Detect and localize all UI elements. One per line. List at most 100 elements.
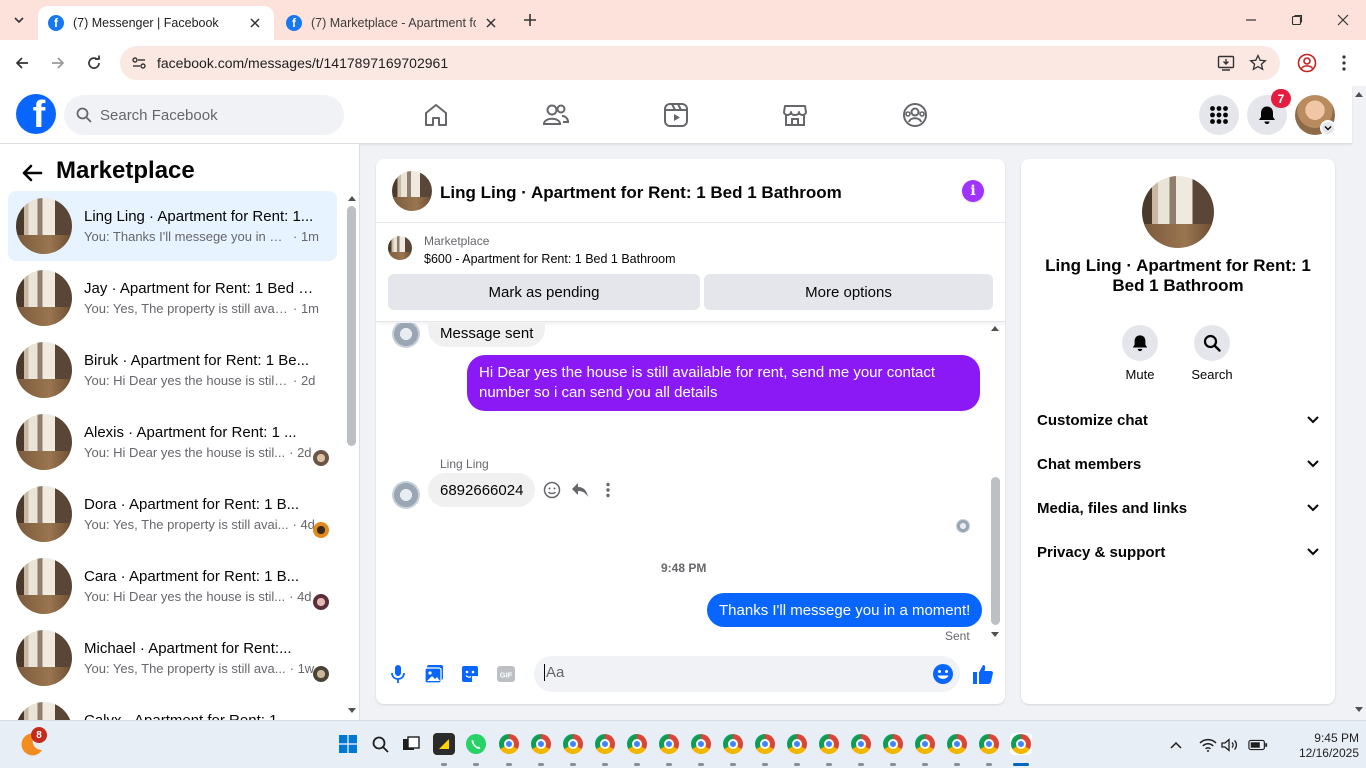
chrome-icon-active[interactable]	[1010, 733, 1032, 755]
chrome-icon[interactable]	[882, 733, 904, 755]
battery-icon[interactable]	[1248, 735, 1268, 755]
page-scroll-up-arrow-icon[interactable]	[1354, 90, 1364, 100]
chrome-icon[interactable]	[850, 733, 872, 755]
message-input[interactable]	[544, 664, 914, 681]
mute-button[interactable]: Mute	[1110, 325, 1170, 382]
chrome-profile-icon[interactable]	[1295, 51, 1319, 75]
conversation-item[interactable]: Dora · Apartment for Rent: 1 B... You: Y…	[8, 479, 337, 549]
chrome-icon[interactable]	[626, 733, 648, 755]
chevron-down-icon[interactable]	[1320, 120, 1336, 136]
tab-search-chevron-icon[interactable]	[8, 9, 30, 31]
running-indicator	[794, 763, 800, 766]
chrome-icon[interactable]	[722, 733, 744, 755]
chrome-icon[interactable]	[530, 733, 552, 755]
forward-arrow-icon[interactable]	[46, 51, 70, 75]
restore-icon[interactable]	[1285, 8, 1309, 32]
chrome-icon[interactable]	[978, 733, 1000, 755]
conversation-list-scrollbar[interactable]	[347, 206, 356, 446]
customize-chat-section[interactable]: Customize chat	[1029, 398, 1327, 442]
gif-icon[interactable]: GIF	[494, 662, 518, 686]
sticker-icon[interactable]	[458, 662, 482, 686]
privacy-support-section[interactable]: Privacy & support	[1029, 530, 1327, 574]
video-icon[interactable]	[661, 100, 691, 130]
conversation-item[interactable]: Ling Ling · Apartment for Rent: 1... You…	[8, 191, 337, 261]
chrome-icon[interactable]	[562, 733, 584, 755]
minimize-icon[interactable]	[1239, 8, 1263, 32]
chat-avatar[interactable]	[392, 171, 432, 211]
new-tab-plus-icon[interactable]	[519, 9, 541, 31]
tab-close-icon[interactable]	[482, 14, 500, 32]
tab-close-icon[interactable]	[246, 14, 264, 32]
facebook-search-box[interactable]	[64, 95, 344, 135]
chrome-icon[interactable]	[690, 733, 712, 755]
chrome-icon[interactable]	[498, 733, 520, 755]
reply-icon[interactable]	[570, 480, 590, 500]
chrome-icon[interactable]	[946, 733, 968, 755]
incoming-message: Message sent	[428, 323, 546, 347]
conversation-item[interactable]: Cara · Apartment for Rent: 1 B... You: H…	[8, 551, 337, 621]
conversation-item[interactable]: Calyx · Apartment for Rent: 1	[8, 695, 337, 720]
back-arrow-icon[interactable]	[20, 161, 44, 185]
chrome-icon[interactable]	[914, 733, 936, 755]
back-arrow-icon[interactable]	[10, 51, 34, 75]
scroll-up-arrow-icon[interactable]	[347, 194, 357, 204]
more-options-button[interactable]: More options	[704, 274, 993, 310]
listing-avatar	[16, 414, 72, 470]
scroll-up-arrow-icon[interactable]	[990, 324, 1000, 334]
task-view-icon[interactable]	[400, 733, 422, 755]
browser-tab-messenger[interactable]: f (7) Messenger | Facebook	[38, 6, 274, 40]
whatsapp-icon[interactable]	[465, 733, 487, 755]
install-app-icon[interactable]	[1214, 51, 1238, 75]
system-clock[interactable]: 9:45 PM 12/16/2025	[1289, 731, 1359, 761]
emoji-picker-icon[interactable]	[932, 663, 954, 685]
chrome-menu-icon[interactable]	[1332, 51, 1356, 75]
marketplace-icon[interactable]	[780, 100, 810, 130]
facebook-logo[interactable]: f	[16, 94, 56, 134]
chrome-icon[interactable]	[658, 733, 680, 755]
more-dots-icon[interactable]	[598, 480, 618, 500]
microphone-icon[interactable]	[386, 662, 410, 686]
home-icon[interactable]	[421, 100, 451, 130]
browser-tab-marketplace[interactable]: f (7) Marketplace - Apartment fo	[276, 6, 510, 40]
reload-icon[interactable]	[82, 51, 106, 75]
media-files-links-section[interactable]: Media, files and links	[1029, 486, 1327, 530]
mark-as-pending-button[interactable]: Mark as pending	[388, 274, 700, 310]
conversation-item[interactable]: Biruk · Apartment for Rent: 1 Be... You:…	[8, 335, 337, 405]
chrome-icon[interactable]	[786, 733, 808, 755]
scroll-down-arrow-icon[interactable]	[347, 707, 357, 717]
show-hidden-icons-chevron-icon[interactable]	[1166, 735, 1186, 755]
sticky-app-icon[interactable]	[433, 733, 455, 755]
chat-title[interactable]: Ling Ling · Apartment for Rent: 1 Bed 1 …	[440, 183, 842, 203]
bookmark-star-icon[interactable]	[1246, 51, 1270, 75]
groups-icon[interactable]	[900, 100, 930, 130]
chrome-icon[interactable]	[818, 733, 840, 755]
wifi-icon[interactable]	[1198, 735, 1218, 755]
message-input-box[interactable]	[534, 656, 960, 692]
facebook-search-input[interactable]	[100, 106, 320, 124]
site-settings-icon[interactable]	[130, 54, 148, 72]
contact-avatar[interactable]	[1142, 176, 1214, 248]
chrome-icon[interactable]	[754, 733, 776, 755]
react-emoji-icon[interactable]	[542, 480, 562, 500]
chrome-icon[interactable]	[594, 733, 616, 755]
listing-thumbnail[interactable]	[388, 236, 412, 260]
conversation-item[interactable]: Michael · Apartment for Rent:... You: Ye…	[8, 623, 337, 693]
listing-title[interactable]: $600 - Apartment for Rent: 1 Bed 1 Bathr…	[424, 252, 676, 266]
photo-gallery-icon[interactable]	[422, 662, 446, 686]
menu-grid-icon[interactable]	[1199, 95, 1239, 135]
chat-members-section[interactable]: Chat members	[1029, 442, 1327, 486]
scroll-down-arrow-icon[interactable]	[990, 631, 1000, 641]
conversation-item[interactable]: Jay · Apartment for Rent: 1 Bed 1... You…	[8, 263, 337, 333]
conversation-item[interactable]: Alexis · Apartment for Rent: 1 ... You: …	[8, 407, 337, 477]
search-in-conversation-button[interactable]: Search	[1182, 325, 1242, 382]
taskbar-search-icon[interactable]	[369, 733, 391, 755]
friends-icon[interactable]	[541, 100, 571, 130]
message-thread-scrollbar[interactable]	[991, 477, 1000, 625]
close-window-icon[interactable]	[1331, 8, 1355, 32]
page-scroll-down-arrow-icon[interactable]	[1354, 706, 1364, 716]
info-icon[interactable]: i	[962, 180, 984, 202]
address-bar[interactable]: facebook.com/messages/t/1417897169702961	[120, 46, 1280, 80]
volume-icon[interactable]	[1220, 735, 1240, 755]
windows-start-icon[interactable]	[337, 733, 359, 755]
thumbs-up-icon[interactable]	[971, 662, 995, 686]
